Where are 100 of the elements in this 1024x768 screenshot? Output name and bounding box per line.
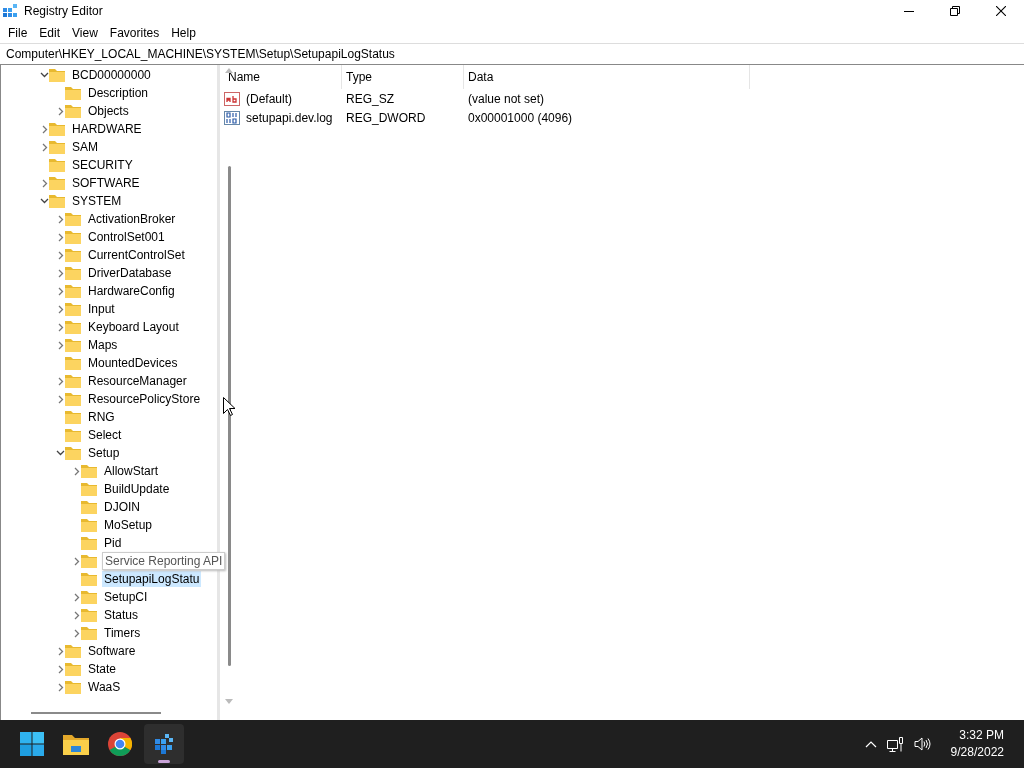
- folder-icon: [81, 482, 97, 496]
- tree-item[interactable]: SetupapiLogStatu: [102, 571, 202, 587]
- folder-icon: [81, 554, 97, 568]
- windows-start-icon[interactable]: [20, 732, 44, 756]
- active-indicator: [158, 760, 170, 763]
- folder-icon: [65, 662, 81, 676]
- cubes-icon[interactable]: [153, 733, 175, 755]
- tree-item[interactable]: SYSTEM: [70, 193, 124, 209]
- tree-item[interactable]: MoSetup: [102, 517, 155, 533]
- folder-icon: [65, 428, 81, 442]
- scrollbar-thumb[interactable]: [31, 712, 161, 714]
- speaker-icon[interactable]: [913, 737, 931, 751]
- tree-item[interactable]: Software: [86, 643, 138, 659]
- chevron-up-icon[interactable]: [864, 740, 877, 748]
- tooltip[interactable]: Service Reporting API: [102, 552, 226, 570]
- folder-icon: [65, 212, 81, 226]
- tree-item[interactable]: BCD00000000: [70, 67, 153, 83]
- tree-item[interactable]: HardwareConfig: [86, 283, 177, 299]
- collapse-chevron-icon[interactable]: [40, 72, 49, 78]
- tree-item[interactable]: DriverDatabase: [86, 265, 174, 281]
- folder-icon: [65, 302, 81, 316]
- tree-item[interactable]: Pid: [102, 535, 124, 551]
- tree-item[interactable]: BuildUpdate: [102, 481, 172, 497]
- folder-icon: [65, 410, 81, 424]
- column-header[interactable]: Name: [224, 65, 342, 89]
- column-header[interactable]: Data: [464, 65, 750, 89]
- folder-icon: [65, 446, 81, 460]
- folder-icon: [81, 518, 97, 532]
- browser-icon[interactable]: [108, 732, 132, 756]
- column-header[interactable]: Type: [342, 65, 464, 89]
- tree-item[interactable]: MountedDevices: [86, 355, 180, 371]
- value-type: REG_SZ: [345, 91, 395, 106]
- value-name[interactable]: setupapi.dev.log: [242, 110, 333, 125]
- tree-item[interactable]: State: [86, 661, 119, 677]
- tree-item[interactable]: Status: [102, 607, 141, 623]
- tree-item[interactable]: Keyboard Layout: [86, 319, 181, 335]
- tree-item[interactable]: HARDWARE: [70, 121, 144, 137]
- close-icon: [996, 6, 1006, 16]
- value-type: REG_DWORD: [345, 110, 427, 125]
- folder-icon: [49, 68, 65, 82]
- tree-item[interactable]: SetupCI: [102, 589, 150, 605]
- folder-icon: [81, 572, 97, 586]
- expand-chevron-icon[interactable]: [73, 466, 80, 476]
- clock-time[interactable]: 3:32 PM: [959, 727, 1004, 744]
- menu-item[interactable]: Favorites: [103, 23, 166, 42]
- menu-item[interactable]: Help: [165, 23, 202, 42]
- tree-item[interactable]: ControlSet001: [86, 229, 167, 245]
- menu-item[interactable]: File: [2, 23, 34, 42]
- menu-item[interactable]: View: [66, 23, 104, 42]
- tree-item[interactable]: Input: [86, 301, 117, 317]
- binary-value-icon: [224, 110, 240, 125]
- tree-item[interactable]: SOFTWARE: [70, 175, 142, 191]
- folder-icon: [49, 158, 65, 172]
- expand-chevron-icon[interactable]: [41, 178, 48, 188]
- menu-item[interactable]: Edit: [33, 23, 67, 42]
- tree-item[interactable]: AllowStart: [102, 463, 161, 479]
- tree-item[interactable]: Description: [86, 85, 151, 101]
- folder-icon: [49, 140, 65, 154]
- value-data: 0x00001000 (4096): [467, 110, 574, 125]
- folder-icon: [65, 284, 81, 298]
- tree-item[interactable]: ActivationBroker: [86, 211, 178, 227]
- tree-item[interactable]: ResourcePolicyStore: [86, 391, 203, 407]
- mouse-pointer-icon: [223, 397, 235, 416]
- collapse-chevron-icon[interactable]: [56, 450, 65, 456]
- folder-icon: [65, 104, 81, 118]
- tree-item[interactable]: DJOIN: [102, 499, 142, 515]
- folder-icon: [65, 680, 81, 694]
- folder-icon: [65, 248, 81, 262]
- folder-icon: [65, 86, 81, 100]
- tree-item[interactable]: Timers: [102, 625, 143, 641]
- expand-chevron-icon[interactable]: [73, 556, 80, 566]
- tree-item[interactable]: Objects: [86, 103, 131, 119]
- tree-item[interactable]: CurrentControlSet: [86, 247, 187, 263]
- folder-icon: [81, 500, 97, 514]
- string-value-icon: [224, 91, 240, 106]
- tree-item[interactable]: ResourceManager: [86, 373, 189, 389]
- folder-icon[interactable]: [63, 733, 89, 755]
- folder-icon: [65, 392, 81, 406]
- value-name[interactable]: (Default): [242, 91, 292, 106]
- folder-icon: [81, 626, 97, 640]
- folder-icon: [81, 536, 97, 550]
- tree-item[interactable]: SAM: [70, 139, 100, 155]
- network-icon[interactable]: [886, 736, 904, 752]
- scrollbar-thumb[interactable]: [227, 166, 231, 666]
- collapse-chevron-icon[interactable]: [40, 198, 49, 204]
- registry-cubes-icon: [2, 3, 18, 19]
- minimize-icon: [904, 10, 914, 12]
- tree-item[interactable]: Maps: [86, 337, 120, 353]
- folder-icon: [65, 338, 81, 352]
- tree-item[interactable]: RNG: [86, 409, 117, 425]
- tree-item[interactable]: SECURITY: [70, 157, 135, 173]
- tree-item[interactable]: Select: [86, 427, 124, 443]
- address-bar[interactable]: Computer\HKEY_LOCAL_MACHINE\SYSTEM\Setup\SetupapiLogStatus: [0, 43, 1024, 65]
- restore-icon: [950, 6, 960, 16]
- clock-date[interactable]: 9/28/2022: [950, 744, 1004, 761]
- folder-icon: [65, 374, 81, 388]
- folder-icon: [49, 122, 65, 136]
- tree-item[interactable]: WaaS: [86, 679, 123, 695]
- tree-item[interactable]: Setup: [86, 445, 122, 461]
- folder-icon: [65, 644, 81, 658]
